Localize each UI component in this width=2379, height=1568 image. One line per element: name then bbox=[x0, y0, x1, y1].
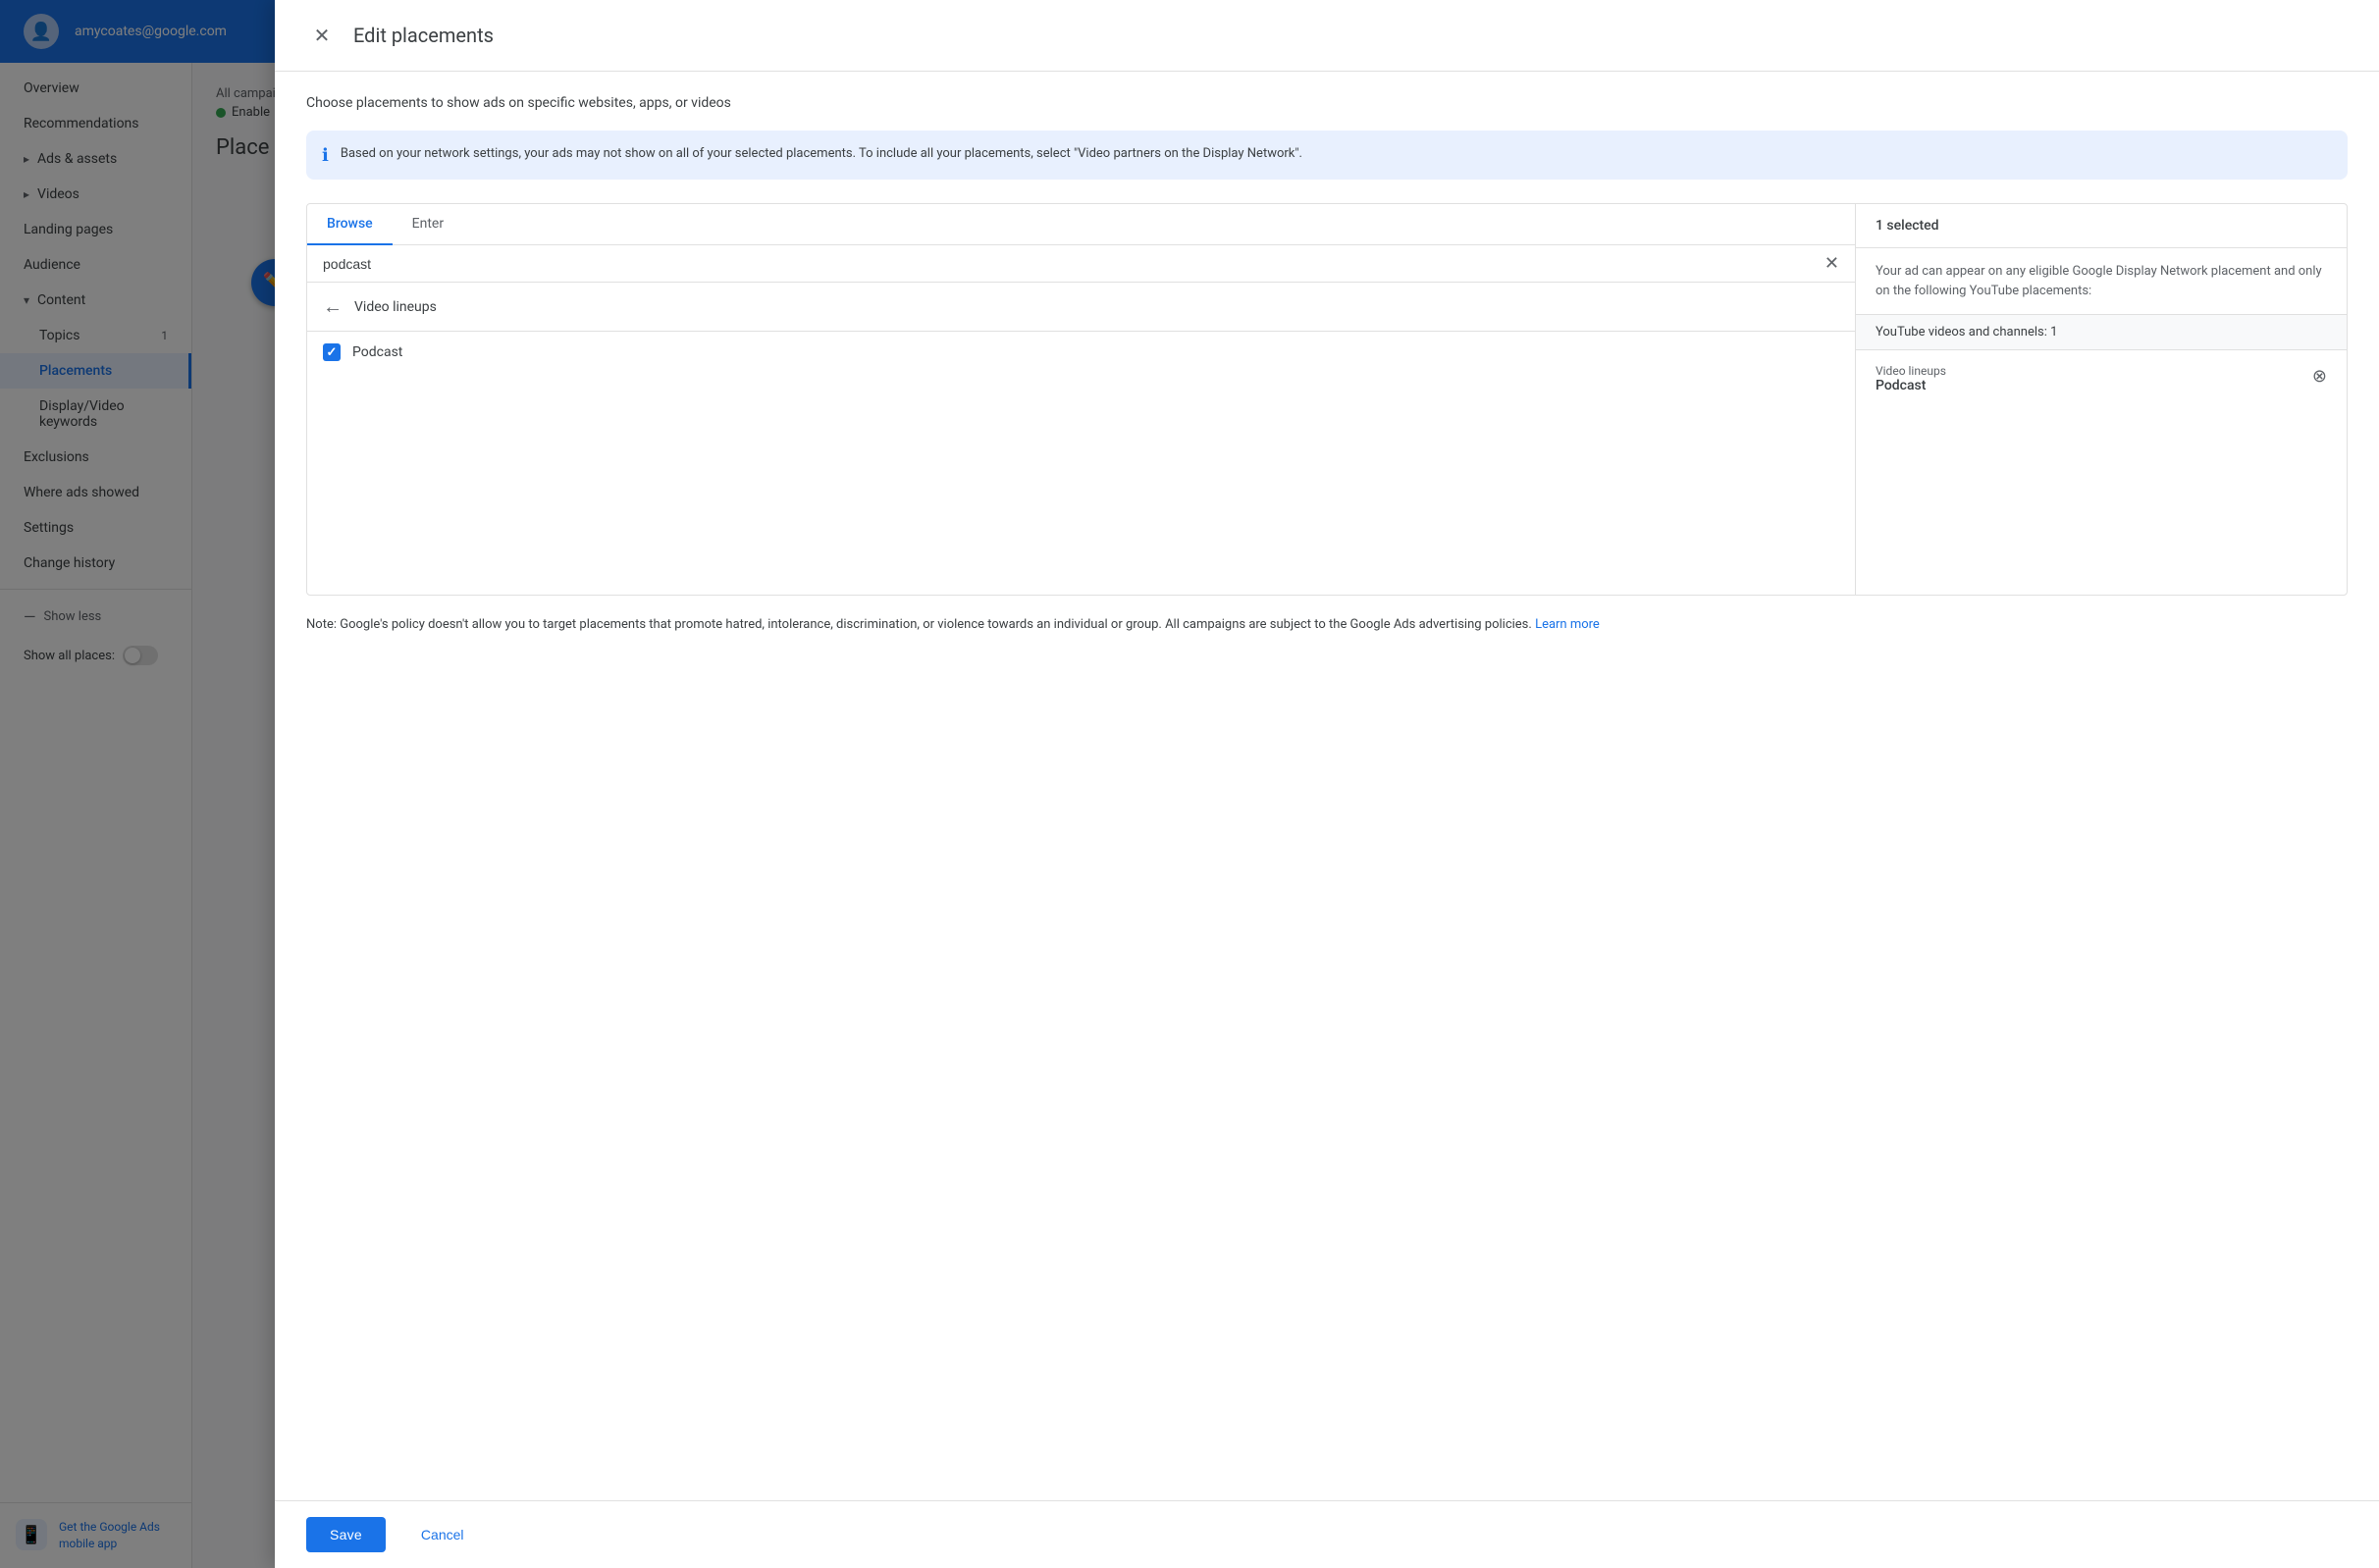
dialog-body: Choose placements to show ads on specifi… bbox=[275, 72, 2379, 1500]
dialog-title: Edit placements bbox=[353, 24, 494, 47]
dialog-footer: Save Cancel bbox=[275, 1500, 2379, 1568]
tab-browse[interactable]: Browse bbox=[307, 204, 393, 245]
dialog-header: ✕ Edit placements bbox=[275, 0, 2379, 72]
tabs: Browse Enter bbox=[307, 204, 1855, 245]
remove-item-button[interactable]: ⊗ bbox=[2312, 366, 2327, 387]
info-banner: ℹ Based on your network settings, your a… bbox=[306, 131, 2348, 180]
close-icon: ✕ bbox=[314, 24, 331, 47]
search-input[interactable] bbox=[323, 256, 1817, 272]
info-icon: ℹ bbox=[322, 145, 329, 166]
search-clear-icon[interactable]: ✕ bbox=[1824, 253, 1839, 274]
selected-item-name: Podcast bbox=[1876, 378, 2304, 393]
edit-placements-dialog: ✕ Edit placements Choose placements to s… bbox=[275, 0, 2379, 1568]
search-row: ✕ bbox=[307, 245, 1855, 283]
selected-column: 1 selected Your ad can appear on any eli… bbox=[1856, 204, 2347, 595]
info-banner-text: Based on your network settings, your ads… bbox=[341, 144, 1302, 164]
podcast-checkbox[interactable] bbox=[323, 343, 341, 361]
cancel-button[interactable]: Cancel bbox=[397, 1517, 488, 1552]
browse-column: Browse Enter ✕ ← Video lineups Podcast bbox=[307, 204, 1856, 595]
content-columns: Browse Enter ✕ ← Video lineups Podcast bbox=[306, 203, 2348, 596]
policy-note: Note: Google's policy doesn't allow you … bbox=[306, 615, 2348, 636]
back-arrow-icon: ← bbox=[323, 294, 343, 319]
selected-item-content: Video lineups Podcast bbox=[1876, 364, 2304, 393]
tab-enter[interactable]: Enter bbox=[393, 204, 463, 245]
selected-count: 1 selected bbox=[1856, 204, 2347, 248]
learn-more-link[interactable]: Learn more bbox=[1535, 617, 1600, 632]
close-button[interactable]: ✕ bbox=[306, 20, 338, 51]
selected-description: Your ad can appear on any eligible Googl… bbox=[1856, 248, 2347, 315]
podcast-check-row[interactable]: Podcast bbox=[307, 332, 1855, 373]
podcast-label: Podcast bbox=[352, 344, 402, 360]
yt-section-header: YouTube videos and channels: 1 bbox=[1856, 315, 2347, 350]
video-lineups-nav[interactable]: ← Video lineups bbox=[307, 283, 1855, 332]
dialog-subtitle: Choose placements to show ads on specifi… bbox=[306, 95, 2348, 111]
nav-label: Video lineups bbox=[354, 299, 437, 315]
save-button[interactable]: Save bbox=[306, 1517, 386, 1552]
selected-podcast-item: Video lineups Podcast ⊗ bbox=[1856, 350, 2347, 407]
selected-item-category: Video lineups bbox=[1876, 364, 2304, 378]
